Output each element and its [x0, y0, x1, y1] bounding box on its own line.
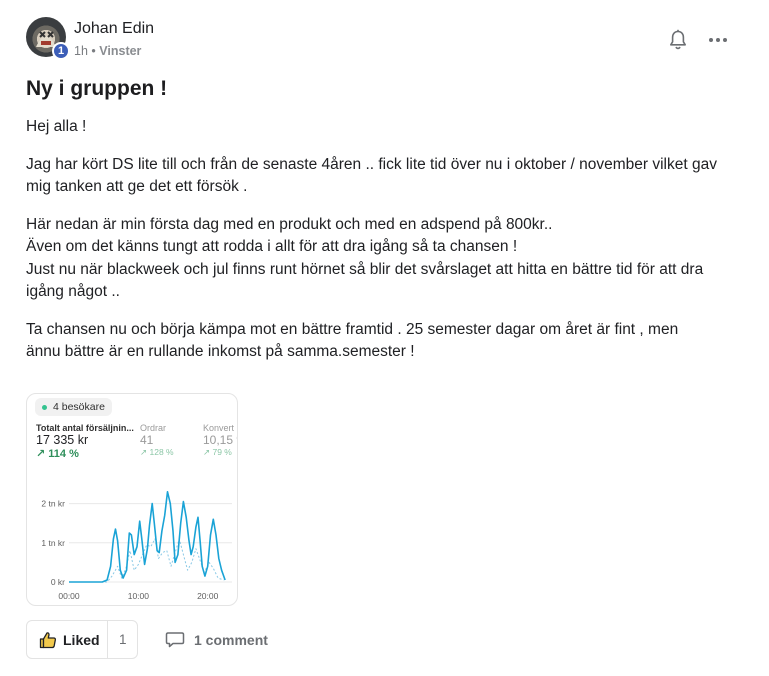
metric-label: Totalt antal försäljnin... — [36, 423, 134, 433]
x-tick-label: 00:00 — [58, 591, 80, 601]
metric-change: ↗ 79 % — [203, 447, 232, 457]
visitors-label: 4 besökare — [53, 401, 105, 413]
visitors-badge: 4 besökare — [35, 398, 112, 416]
y-tick-label: 0 kr — [51, 577, 65, 587]
sales-chart: 2 tn kr 1 tn kr 0 kr 00:00 10:00 20:00 — [41, 491, 232, 601]
post-time: 1h — [74, 44, 88, 58]
avatar[interactable]: 1 — [26, 17, 70, 60]
metric-change: ↗ 114 % — [36, 448, 79, 460]
metric-total-sales: Totalt antal försäljnin... 17 335 kr ↗ 1… — [36, 423, 134, 460]
post-meta: 1h • Vinster — [74, 44, 141, 58]
meta-separator: • — [91, 44, 96, 58]
x-tick-label: 20:00 — [197, 591, 219, 601]
y-tick-label: 2 tn kr — [41, 499, 65, 509]
live-dot-icon — [42, 404, 47, 410]
x-tick-label: 10:00 — [128, 591, 150, 601]
metric-orders: Ordrar 41 ↗ 128 % — [140, 423, 174, 458]
level-badge: 1 — [52, 42, 70, 60]
comment-label: 1 comment — [194, 632, 268, 648]
metric-value: 10,15 % — [203, 433, 237, 447]
metric-change: ↗ 128 % — [140, 447, 174, 457]
thumbs-up-icon — [39, 632, 56, 649]
post-title: Ny i gruppen ! — [26, 77, 168, 100]
post-paragraph: Hej alla ! — [26, 118, 87, 135]
post-card: 1 Johan Edin 1h • Vinster Ny i gruppen !… — [0, 0, 769, 676]
post-body: Hej alla ! Jag har kört DS lite till och… — [26, 116, 746, 379]
like-button[interactable]: Liked 1 — [26, 620, 138, 659]
comment-icon — [165, 632, 185, 648]
comment-button[interactable]: 1 comment — [165, 630, 268, 650]
attached-screenshot[interactable]: 4 besökare Totalt antal försäljnin... 17… — [26, 393, 238, 606]
like-label: Liked — [63, 632, 100, 648]
like-count[interactable]: 1 — [119, 632, 127, 647]
metric-value: 17 335 kr — [36, 433, 89, 447]
y-tick-label: 1 tn kr — [41, 538, 65, 548]
post-paragraph: Här nedan är min första dag med en produ… — [26, 215, 704, 301]
bell-icon[interactable] — [668, 29, 688, 51]
more-options-icon[interactable] — [707, 30, 729, 50]
category-link[interactable]: Vinster — [99, 44, 141, 58]
post-paragraph: Jag har kört DS lite till och från de se… — [26, 155, 717, 196]
metric-label: Ordrar — [140, 423, 167, 433]
divider — [107, 621, 108, 658]
metric-value: 41 — [140, 433, 154, 447]
author-name[interactable]: Johan Edin — [74, 20, 154, 38]
sales-series-line — [69, 491, 226, 583]
post-paragraph: Ta chansen nu och börja kämpa mot en bät… — [26, 320, 679, 361]
metric-label: Konvert — [203, 423, 235, 433]
metric-conversion: Konvert 10,15 % ↗ 79 % — [203, 423, 237, 458]
